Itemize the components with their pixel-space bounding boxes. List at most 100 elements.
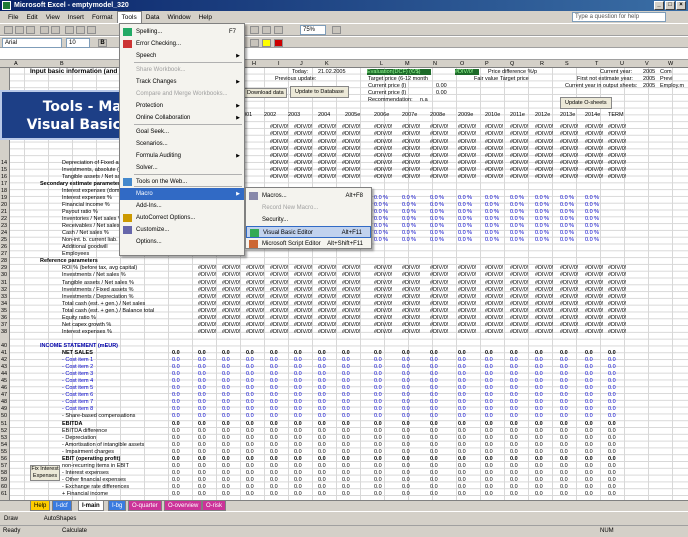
error-cell[interactable]: #DIV/0! xyxy=(458,315,476,321)
value-cell[interactable]: 0.0 xyxy=(458,364,466,370)
error-cell[interactable]: #DIV/0! xyxy=(430,153,448,159)
value-cell[interactable]: 0.0 xyxy=(535,406,543,412)
value-cell[interactable]: 0.0 xyxy=(458,456,466,462)
print-icon[interactable] xyxy=(40,26,49,34)
value-cell[interactable]: 0.0 xyxy=(510,421,518,427)
value-cell[interactable]: 0.0 xyxy=(510,350,518,356)
row-number[interactable]: 32 xyxy=(1,287,7,293)
value-cell[interactable]: 0.0 xyxy=(374,491,382,497)
value-cell[interactable]: 0.0 xyxy=(485,406,493,412)
value-cell[interactable]: 0.0 xyxy=(430,491,438,497)
error-cell[interactable]: #DIV/0! xyxy=(374,315,392,321)
col-header[interactable]: N xyxy=(433,60,437,68)
tools-menu-item-autocorrect[interactable]: AutoCorrect Options... xyxy=(120,212,244,224)
error-cell[interactable]: #DIV/0! xyxy=(458,301,476,307)
error-cell[interactable]: #DIV/0! xyxy=(485,139,503,145)
value-cell[interactable]: 0.0 xyxy=(585,470,593,476)
error-cell[interactable]: #DIV/0! xyxy=(270,308,288,314)
error-cell[interactable]: #DIV/0! xyxy=(402,131,420,137)
value-cell[interactable]: 0.0 xyxy=(342,456,350,462)
value-cell[interactable]: 0.0 xyxy=(535,484,543,490)
error-cell[interactable]: #DIV/0! xyxy=(560,315,578,321)
value-cell[interactable]: 0.0 xyxy=(172,477,180,483)
col-header[interactable]: P xyxy=(485,60,489,68)
error-cell[interactable]: #DIV/0! xyxy=(535,265,553,271)
tools-menu-item-customize[interactable]: Customize... xyxy=(120,224,244,236)
value-cell[interactable]: 0.0 xyxy=(246,456,254,462)
error-cell[interactable]: #DIV/0! xyxy=(458,272,476,278)
pct-cell[interactable]: 0.0 % xyxy=(374,209,388,215)
fill-color-icon[interactable] xyxy=(262,39,271,47)
pct-cell[interactable]: 0.0 % xyxy=(585,209,599,215)
pct-cell[interactable]: 0.0 % xyxy=(430,209,444,215)
error-cell[interactable]: #DIV/0! xyxy=(430,308,448,314)
value-cell[interactable]: 0.0 xyxy=(246,371,254,377)
value-cell[interactable]: 0.0 xyxy=(535,378,543,384)
open-icon[interactable] xyxy=(15,26,24,34)
error-cell[interactable]: #DIV/0! xyxy=(585,308,603,314)
error-cell[interactable]: #DIV/0! xyxy=(560,287,578,293)
error-cell[interactable]: #DIV/0! xyxy=(560,139,578,145)
error-cell[interactable]: #DIV/0! xyxy=(402,272,420,278)
value-cell[interactable]: 0.0 xyxy=(560,470,568,476)
value-cell[interactable]: 0.0 xyxy=(485,392,493,398)
value-cell[interactable]: 0.0 xyxy=(402,350,410,356)
value-cell[interactable]: 0.0 xyxy=(246,357,254,363)
error-cell[interactable]: #DIV/0! xyxy=(608,322,626,328)
row-number[interactable]: 55 xyxy=(1,449,7,455)
value-cell[interactable]: 0.0 xyxy=(342,371,350,377)
value-cell[interactable]: 0.0 xyxy=(374,385,382,391)
value-cell[interactable]: 0.0 xyxy=(342,428,350,434)
value-cell[interactable]: 0.0 xyxy=(270,378,278,384)
value-cell[interactable]: 0.0 xyxy=(585,392,593,398)
error-cell[interactable]: #DIV/0! xyxy=(430,315,448,321)
value-cell[interactable]: 0.0 xyxy=(485,421,493,427)
value-cell[interactable]: 0.0 xyxy=(270,449,278,455)
error-cell[interactable]: #DIV/0! xyxy=(270,160,288,166)
value-cell[interactable]: 0.0 xyxy=(535,477,543,483)
value-cell[interactable]: 0.0 xyxy=(585,378,593,384)
value-cell[interactable]: 0.0 xyxy=(342,484,350,490)
error-cell[interactable]: #DIV/0! xyxy=(485,301,503,307)
row-number[interactable]: 14 xyxy=(1,160,7,166)
error-cell[interactable]: #DIV/0! xyxy=(246,272,264,278)
value-cell[interactable]: 0.0 xyxy=(402,357,410,363)
value-cell[interactable]: 0.0 xyxy=(172,421,180,427)
error-cell[interactable]: #DIV/0! xyxy=(198,280,216,286)
value-cell[interactable]: 0.0 xyxy=(402,421,410,427)
value-cell[interactable]: 0.0 xyxy=(585,491,593,497)
pct-cell[interactable]: 0.0 % xyxy=(535,230,549,236)
error-cell[interactable]: #DIV/0! xyxy=(430,329,448,335)
error-cell[interactable]: #DIV/0! xyxy=(374,174,392,180)
error-cell[interactable]: #DIV/0! xyxy=(402,167,420,173)
error-cell[interactable]: #DIV/0! xyxy=(585,124,603,130)
value-cell[interactable]: 0.0 xyxy=(402,385,410,391)
value-cell[interactable]: 0.0 xyxy=(585,477,593,483)
value-cell[interactable]: 0.0 xyxy=(430,449,438,455)
value-cell[interactable]: 0.0 xyxy=(585,442,593,448)
tools-menu-item-online-collab[interactable]: Online Collaboration ▶ xyxy=(120,112,244,124)
value-cell[interactable]: 0.0 xyxy=(402,399,410,405)
value-cell[interactable]: 0.0 xyxy=(535,399,543,405)
error-cell[interactable]: #DIV/0! xyxy=(294,131,312,137)
error-cell[interactable]: #DIV/0! xyxy=(485,160,503,166)
value-cell[interactable]: 0.0 xyxy=(342,399,350,405)
error-cell[interactable]: #DIV/0! xyxy=(198,301,216,307)
value-cell[interactable]: 0.0 xyxy=(585,385,593,391)
pct-cell[interactable]: 0.0 % xyxy=(535,223,549,229)
value-cell[interactable]: 0.0 xyxy=(560,392,568,398)
minimize-button[interactable]: _ xyxy=(654,1,664,10)
value-cell[interactable]: 0.0 xyxy=(198,413,206,419)
error-cell[interactable]: #DIV/0! xyxy=(318,153,336,159)
value-cell[interactable]: 0.0 xyxy=(294,357,302,363)
col-header[interactable]: A xyxy=(14,60,18,68)
pct-cell[interactable]: 0.0 % xyxy=(374,202,388,208)
value-cell[interactable]: 0.0 xyxy=(198,484,206,490)
value-cell[interactable]: 0.0 xyxy=(374,484,382,490)
autoshapes-button[interactable]: AutoShapes xyxy=(44,516,77,522)
value-cell[interactable]: 0.0 xyxy=(222,371,230,377)
menu-insert[interactable]: Insert xyxy=(64,12,88,23)
error-cell[interactable]: #DIV/0! xyxy=(430,146,448,152)
update-database-button[interactable]: Update to Database xyxy=(290,86,349,98)
error-cell[interactable]: #DIV/0! xyxy=(342,294,360,300)
